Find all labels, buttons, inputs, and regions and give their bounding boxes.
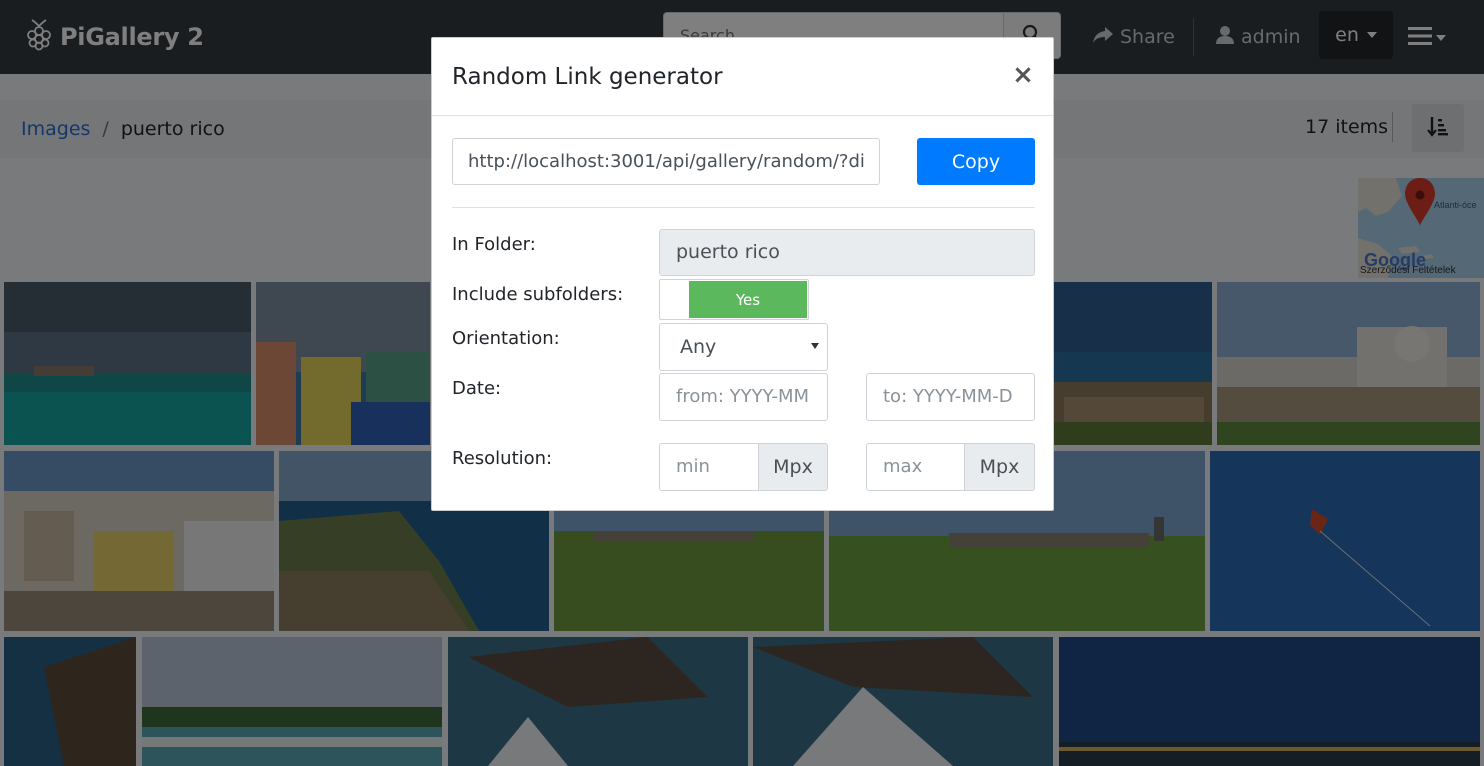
close-icon[interactable]: × (1012, 62, 1034, 88)
modal-title: Random Link generator (452, 64, 723, 90)
mpx-unit-max: Mpx (964, 443, 1035, 491)
orientation-value: Any (680, 336, 717, 358)
in-folder-label: In Folder: (452, 234, 536, 255)
random-link-modal: Random Link generator × http://localhost… (431, 37, 1054, 511)
include-subfolders-label: Include subfolders: (452, 284, 624, 305)
dropdown-arrow-icon (811, 343, 819, 349)
date-from-input[interactable]: from: YYYY-MM (659, 373, 828, 421)
mpx-unit-min: Mpx (758, 443, 828, 491)
resolution-max-input[interactable]: max (866, 443, 965, 491)
orientation-select[interactable]: Any (659, 323, 828, 371)
date-label: Date: (452, 378, 502, 399)
toggle-on-state: Yes (689, 281, 807, 318)
folder-field: puerto rico (659, 229, 1035, 276)
copy-button[interactable]: Copy (917, 138, 1035, 185)
date-to-input[interactable]: to: YYYY-MM-D (866, 373, 1035, 421)
random-link-field[interactable]: http://localhost:3001/api/gallery/random… (452, 138, 880, 185)
orientation-label: Orientation: (452, 328, 560, 349)
include-subfolders-toggle[interactable]: Yes (659, 279, 809, 320)
modal-header: Random Link generator × (432, 38, 1053, 116)
resolution-label: Resolution: (452, 448, 553, 469)
resolution-min-input[interactable]: min (659, 443, 759, 491)
modal-divider (452, 207, 1035, 208)
